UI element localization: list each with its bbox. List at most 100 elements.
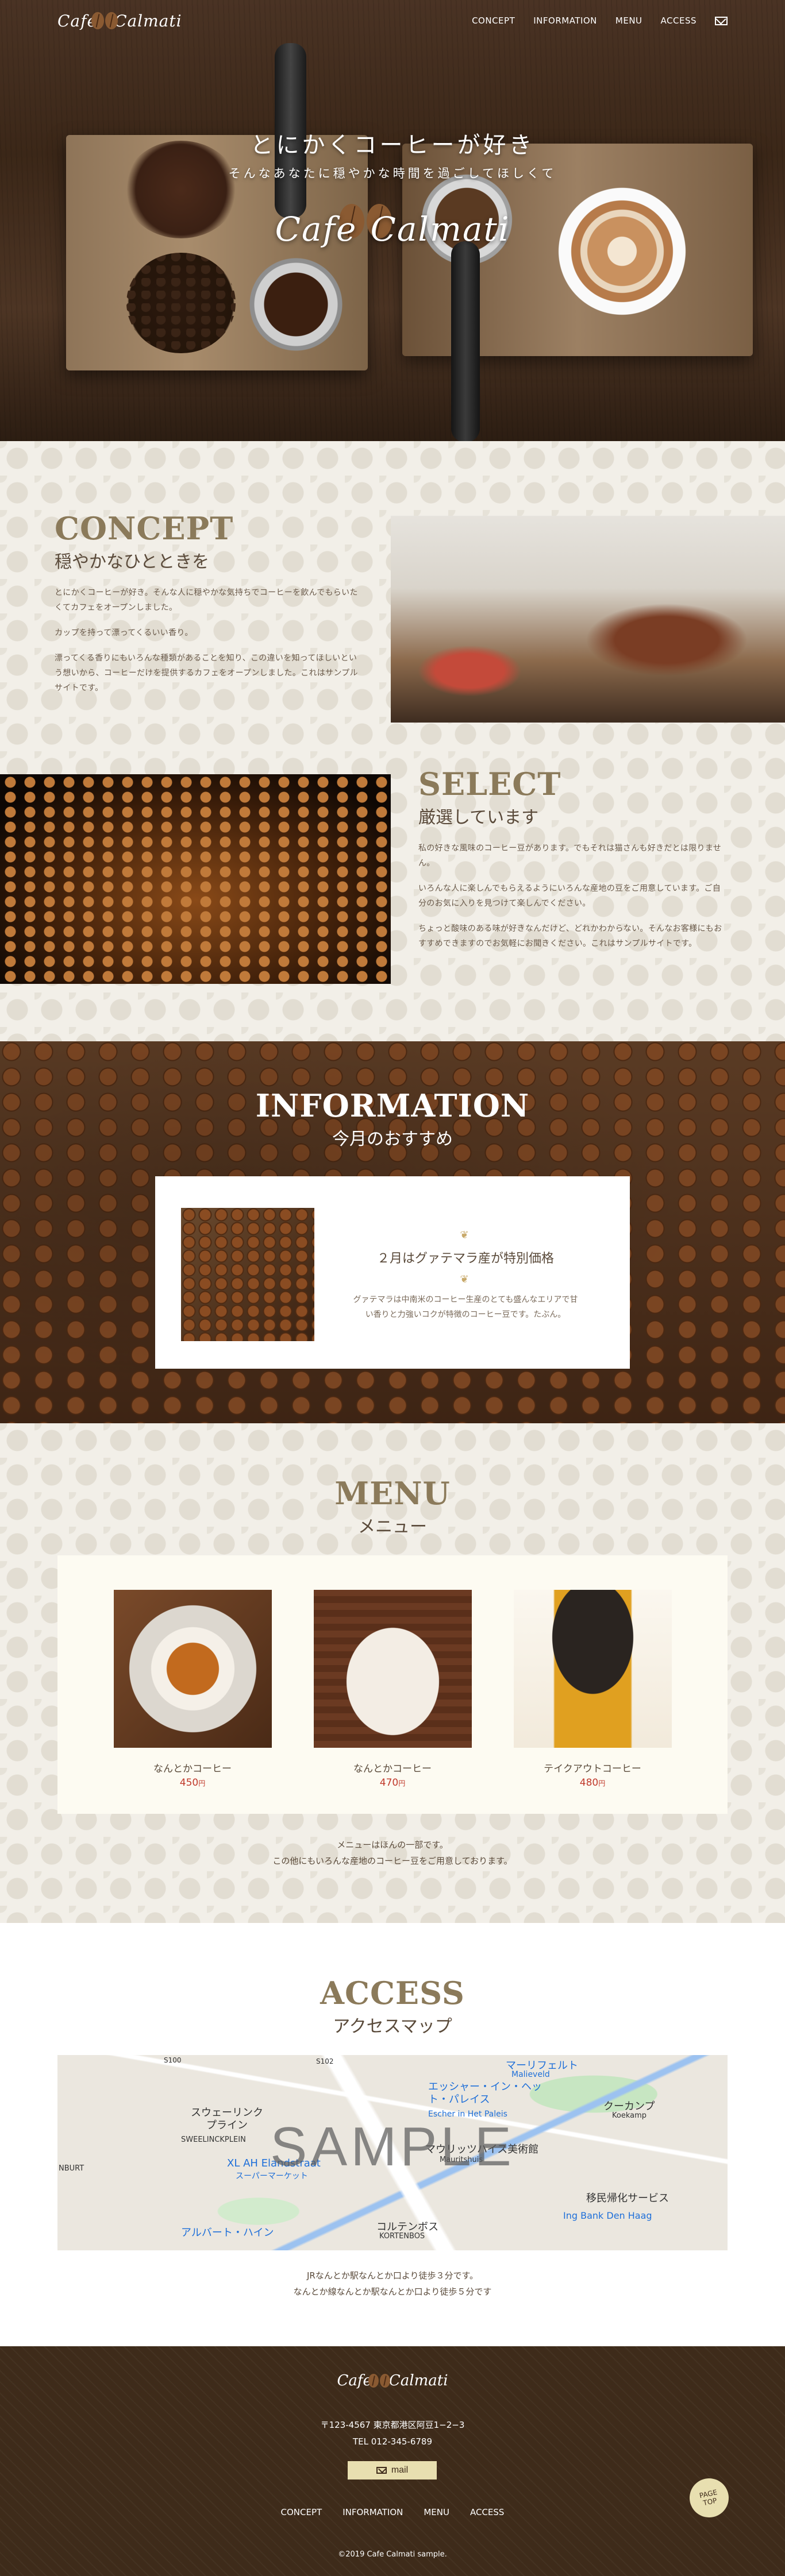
concept-body: とにかくコーヒーが好き。そんな人に穏やかな気持ちでコーヒーを飲んでもらいたくてカ…	[55, 585, 365, 696]
footer-logo-calmati: Calmati	[388, 2372, 448, 2389]
nav-concept[interactable]: CONCEPT	[472, 16, 515, 26]
select-heading: SELECT	[418, 766, 561, 802]
menu-note: メニューはほんの一部です。 この他にもいろんな産地のコーヒー豆をご用意しておりま…	[0, 1837, 785, 1869]
menu-item-name: テイクアウトコーヒー	[544, 1763, 641, 1775]
menu-item[interactable]: なんとかコーヒー 470円	[312, 1590, 473, 1789]
concept-paragraph: カップを持って漂ってくるいい香り。	[55, 628, 193, 638]
menu-title: MENU メニュー	[0, 1478, 785, 1538]
footer-nav-information[interactable]: INFORMATION	[343, 2507, 403, 2517]
access-title: ACCESS アクセスマップ	[0, 1978, 785, 2037]
takeout-cup-photo	[513, 1590, 672, 1748]
site-footer: Cafe Calmati 〒123-4567 東京都港区阿豆1−2−3 TEL …	[0, 2346, 785, 2576]
footer-nav: CONCEPT INFORMATION MENU ACCESS	[0, 2507, 785, 2517]
hero-section: Cafe Calmati CONCEPT INFORMATION MENU AC…	[0, 0, 785, 441]
concept-paragraph: 漂ってくる香りにもいろんな種類があることを知り、この違いを知ってほしいという想い…	[55, 654, 358, 693]
map-label: アルバート・ハイン	[181, 2227, 274, 2239]
hero-subtitle: そんなあなたに穏やかな時間を過ごしてほしくて	[228, 167, 557, 180]
access-map[interactable]: S102 S100 マーリフェルト Malieveld エッシャー・イン・ヘット…	[57, 2055, 728, 2250]
footer-address-line: 〒123-4567 東京都港区阿豆1−2−3	[320, 2420, 465, 2430]
concept-paragraph: とにかくコーヒーが好き。そんな人に穏やかな気持ちでコーヒーを飲んでもらいたくてカ…	[55, 588, 358, 612]
map-label: Malieveld	[511, 2070, 550, 2079]
latte-photo	[313, 1590, 472, 1748]
coffee-bean-icon	[91, 12, 118, 29]
map-label: 移民帰化サービス	[586, 2192, 669, 2204]
map-label: S102	[316, 2057, 334, 2065]
footer-nav-access[interactable]: ACCESS	[470, 2507, 504, 2517]
nav-information[interactable]: INFORMATION	[533, 16, 597, 26]
select-paragraph: 私の好きな風味のコーヒー豆があります。でもそれは猫さんも好きだとは限りません。	[418, 844, 721, 868]
footer-mail-button[interactable]: mail	[348, 2461, 437, 2480]
information-card-body: グァテマラは中南米のコーヒー生産のとても盛んなエリアで甘い香りと力強いコクが特徴…	[353, 1295, 578, 1319]
access-note-line: なんとか線なんとか駅なんとか口より徒歩５分です	[293, 2287, 492, 2297]
latte-art-image	[557, 187, 687, 316]
information-card: ❦ ２月はグァテマラ産が特別価格 ❦ グァテマラは中南米のコーヒー生産のとても盛…	[155, 1176, 630, 1369]
guatemala-beans-photo	[181, 1208, 314, 1341]
footer-nav-concept[interactable]: CONCEPT	[281, 2507, 322, 2517]
information-subheading: 今月のおすすめ	[332, 1129, 453, 1149]
ornament-icon: ❦	[460, 1229, 471, 1241]
cafe-interior-photo	[391, 516, 785, 723]
logo-text-calmati: Calmati	[114, 11, 182, 30]
coffee-beans-image	[126, 253, 236, 353]
information-title: INFORMATION 今月のおすすめ	[0, 1090, 785, 1150]
select-paragraph: ちょっと酸味のある味が好きなんだけど、どれかわからない。そんなお客様にもおすすめ…	[418, 924, 722, 948]
menu-section: MENU メニュー なんとかコーヒー 450円 なんとかコーヒー 470円 テイ…	[0, 1423, 785, 1923]
concept-section: CONCEPT 穏やかなひとときを とにかくコーヒーが好き。そんな人に穏やかな気…	[0, 441, 785, 1041]
select-paragraph: いろんな人に楽しんでもらえるようにいろんな産地の豆をご用意しています。ご自分のお…	[418, 884, 721, 908]
information-card-text: ❦ ２月はグァテマラ産が特別価格 ❦ グァテマラは中南米のコーヒー生産のとても盛…	[351, 1222, 580, 1322]
nav-access[interactable]: ACCESS	[661, 16, 697, 26]
footer-nav-menu[interactable]: MENU	[424, 2507, 449, 2517]
menu-item-price: 470円	[379, 1777, 406, 1789]
select-text: SELECT 厳選しています 私の好きな風味のコーヒー豆があります。でもそれは猫…	[418, 768, 729, 961]
footer-logo[interactable]: Cafe Calmati	[0, 2372, 785, 2389]
information-section: INFORMATION 今月のおすすめ ❦ ２月はグァテマラ産が特別価格 ❦ グ…	[0, 1041, 785, 1423]
copyright: ©2019 Cafe Calmati sample.	[338, 2550, 447, 2559]
top-nav: Cafe Calmati CONCEPT INFORMATION MENU AC…	[0, 0, 785, 41]
menu-subheading: メニュー	[358, 1517, 427, 1537]
hero-logo-calmati: Calmati	[370, 210, 510, 249]
menu-heading: MENU	[334, 1475, 451, 1512]
information-card-title: ２月はグァテマラ産が特別価格	[376, 1252, 554, 1266]
menu-item-name: なんとかコーヒー	[353, 1763, 432, 1775]
access-note-line: JRなんとか駅なんとか口より徒歩３分です。	[306, 2270, 479, 2281]
menu-item-name: なんとかコーヒー	[153, 1763, 232, 1775]
hero-logo-cafe: Cafe	[275, 210, 357, 249]
menu-note-line: この他にもいろんな産地のコーヒー豆をご用意しております。	[272, 1856, 513, 1866]
concept-subheading: 穏やかなひとときを	[55, 552, 210, 572]
access-heading: ACCESS	[320, 1975, 465, 2011]
nav-menu[interactable]: MENU	[615, 16, 642, 26]
footer-address: 〒123-4567 東京都港区阿豆1−2−3 TEL 012-345-6789	[0, 2417, 785, 2450]
mail-icon[interactable]	[715, 16, 728, 25]
nav-links: CONCEPT INFORMATION MENU ACCESS	[472, 16, 728, 26]
hero-copy: とにかくコーヒーが好き そんなあなたに穏やかな時間を過ごしてほしくて	[0, 126, 785, 181]
select-subheading: 厳選しています	[418, 808, 539, 828]
menu-item-price: 480円	[579, 1777, 606, 1789]
access-subheading: アクセスマップ	[333, 2017, 452, 2037]
map-label: S100	[164, 2056, 182, 2064]
hero-title: とにかくコーヒーが好き	[250, 132, 535, 159]
menu-item[interactable]: なんとかコーヒー 450円	[112, 1590, 273, 1789]
portafilter-image	[244, 253, 348, 356]
select-body: 私の好きな風味のコーヒー豆があります。でもそれは猫さんも好きだとは限りません。 …	[418, 841, 729, 951]
map-label: Ing Bank Den Haag	[563, 2210, 652, 2221]
map-label: エッシャー・イン・ヘット・パレイス	[428, 2081, 542, 2106]
menu-item-price: 450円	[179, 1777, 206, 1789]
footer-logo-cafe: Cafe	[337, 2372, 372, 2389]
portafilter-handle-image-2	[451, 241, 480, 441]
site-logo[interactable]: Cafe Calmati	[57, 11, 182, 30]
ornament-icon: ❦	[460, 1273, 471, 1285]
espresso-photo	[113, 1590, 272, 1748]
mail-icon	[376, 2467, 387, 2474]
footer-mail-label: mail	[391, 2465, 409, 2475]
coffee-roaster-photo	[0, 774, 391, 984]
concept-text: CONCEPT 穏やかなひとときを とにかくコーヒーが好き。そんな人に穏やかな気…	[55, 513, 365, 706]
access-section: ACCESS アクセスマップ S102 S100 マーリフェルト Malieve…	[0, 1923, 785, 2346]
concept-heading: CONCEPT	[55, 510, 234, 547]
menu-item[interactable]: テイクアウトコーヒー 480円	[512, 1590, 673, 1789]
hero-logo: Cafe Calmati	[0, 210, 785, 249]
access-note: JRなんとか駅なんとか口より徒歩３分です。 なんとか線なんとか駅なんとか口より徒…	[0, 2268, 785, 2300]
menu-panel: なんとかコーヒー 450円 なんとかコーヒー 470円 テイクアウトコーヒー 4…	[57, 1555, 728, 1814]
coffee-bean-icon	[368, 2374, 390, 2388]
menu-note-line: メニューはほんの一部です。	[337, 1840, 448, 1850]
information-heading: INFORMATION	[255, 1087, 530, 1124]
